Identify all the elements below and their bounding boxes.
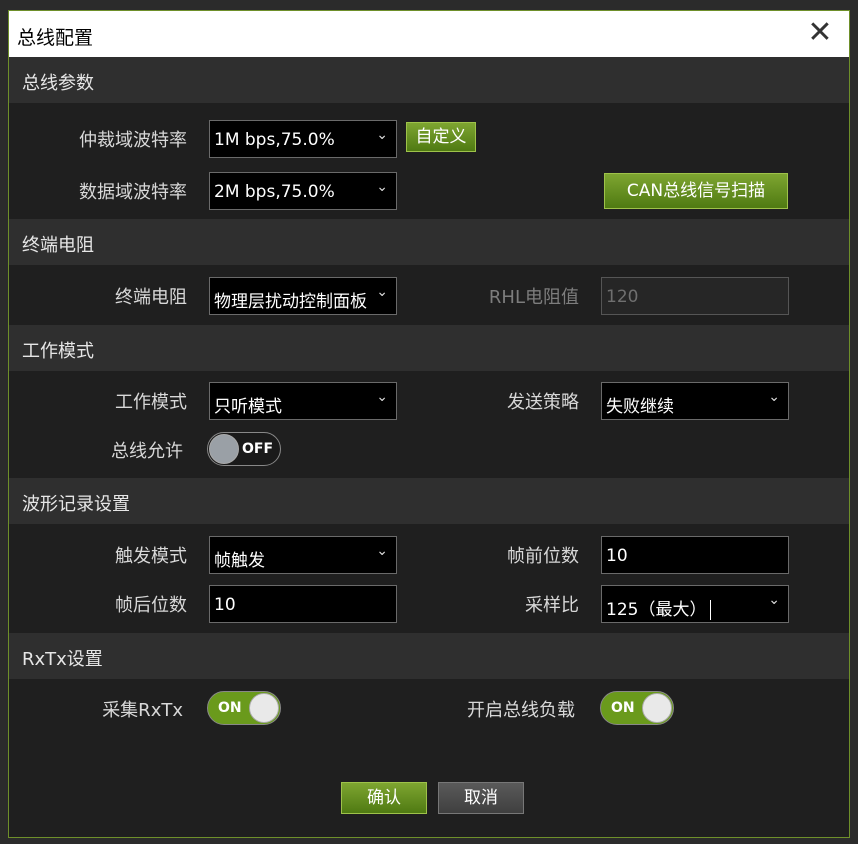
bus-load-state: ON [611, 700, 635, 716]
post-bits-input[interactable]: 10 [209, 585, 397, 623]
section-bus-params: 总线参数 [9, 57, 849, 103]
section-rxtx: RxTx设置 [9, 633, 849, 679]
toggle-knob [209, 434, 239, 464]
arb-rate-value: 1M bps,75.0% [214, 130, 335, 150]
chevron-down-icon: ⌄ [768, 389, 780, 405]
work-mode-label: 工作模式 [115, 392, 187, 413]
cancel-button[interactable]: 取消 [438, 782, 524, 814]
text-caret [710, 600, 712, 620]
confirm-button[interactable]: 确认 [341, 782, 427, 814]
sample-ratio-value: 125（最大） [606, 600, 707, 620]
section-work-mode: 工作模式 [9, 325, 849, 371]
arb-rate-select[interactable]: 1M bps,75.0% ⌄ [209, 120, 397, 158]
bus-load-toggle[interactable]: ON [600, 691, 674, 725]
section-waveform: 波形记录设置 [9, 478, 849, 524]
chevron-down-icon: ⌄ [376, 127, 388, 143]
termination-label: 终端电阻 [115, 287, 187, 308]
trigger-mode-select[interactable]: 帧触发 ⌄ [209, 536, 397, 574]
toggle-knob [249, 693, 279, 723]
termination-value: 物理层扰动控制面板 [214, 292, 367, 312]
bus-allow-label: 总线允许 [111, 441, 183, 462]
data-rate-label: 数据域波特率 [79, 182, 187, 203]
rhl-input: 120 [601, 277, 789, 315]
send-strategy-select[interactable]: 失败继续 ⌄ [601, 382, 789, 420]
arb-rate-label: 仲裁域波特率 [79, 130, 187, 151]
chevron-down-icon: ⌄ [768, 592, 780, 608]
trigger-mode-value: 帧触发 [214, 551, 265, 571]
chevron-down-icon: ⌄ [376, 543, 388, 559]
data-rate-value: 2M bps,75.0% [214, 182, 335, 202]
bus-config-dialog: 总线配置 ✕ 总线参数 仲裁域波特率 1M bps,75.0% ⌄ 自定义 数据… [8, 10, 850, 838]
trigger-mode-label: 触发模式 [115, 546, 187, 567]
custom-button[interactable]: 自定义 [406, 122, 476, 152]
chevron-down-icon: ⌄ [376, 284, 388, 300]
termination-select[interactable]: 物理层扰动控制面板 ⌄ [209, 277, 397, 315]
work-mode-select[interactable]: 只听模式 ⌄ [209, 382, 397, 420]
toggle-knob [642, 693, 672, 723]
bus-allow-toggle[interactable]: OFF [207, 432, 281, 466]
collect-rxtx-toggle[interactable]: ON [207, 691, 281, 725]
collect-rxtx-label: 采集RxTx [102, 700, 183, 721]
dialog-title: 总线配置 [17, 27, 94, 49]
bus-load-label: 开启总线负载 [467, 700, 575, 721]
can-scan-button[interactable]: CAN总线信号扫描 [604, 173, 788, 209]
data-rate-select[interactable]: 2M bps,75.0% ⌄ [209, 172, 397, 210]
close-icon[interactable]: ✕ [805, 18, 835, 49]
chevron-down-icon: ⌄ [376, 389, 388, 405]
title-bar: 总线配置 ✕ [9, 11, 849, 57]
work-mode-value: 只听模式 [214, 397, 282, 417]
post-bits-label: 帧后位数 [115, 595, 187, 616]
section-termination: 终端电阻 [9, 219, 849, 265]
collect-rxtx-state: ON [218, 700, 242, 716]
sample-ratio-select[interactable]: 125（最大） ⌄ [601, 585, 789, 623]
chevron-down-icon: ⌄ [376, 179, 388, 195]
send-strategy-value: 失败继续 [606, 397, 674, 417]
rhl-label: RHL电阻值 [488, 287, 579, 308]
bus-allow-state: OFF [242, 441, 274, 457]
send-strategy-label: 发送策略 [507, 392, 579, 413]
pre-bits-label: 帧前位数 [507, 546, 579, 567]
sample-ratio-label: 采样比 [525, 595, 579, 616]
pre-bits-input[interactable]: 10 [601, 536, 789, 574]
